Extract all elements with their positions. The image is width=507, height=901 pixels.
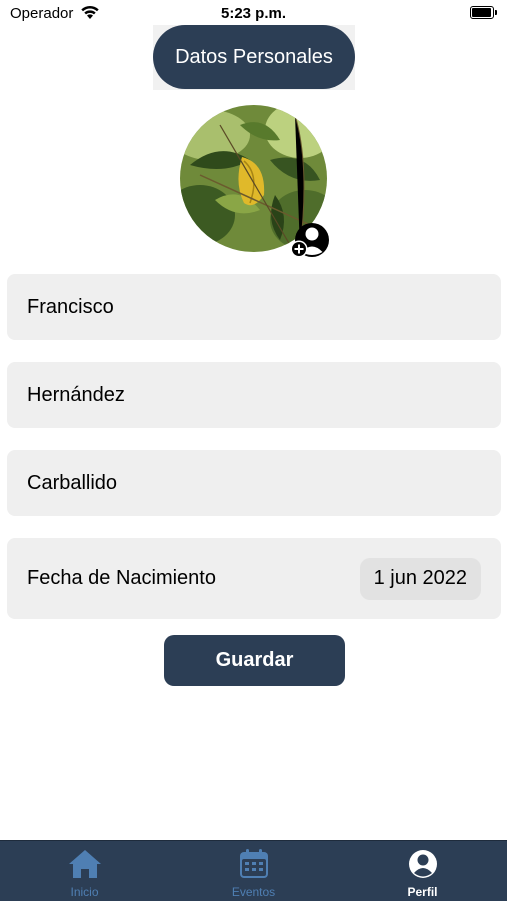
tab-inicio[interactable]: Inicio [0, 841, 169, 901]
tab-eventos[interactable]: Eventos [169, 841, 338, 901]
status-bar: Operador 5:23 p.m. [0, 0, 507, 28]
battery-icon [470, 6, 497, 19]
tab-inicio-label: Inicio [70, 885, 99, 899]
tab-perfil[interactable]: Perfil [338, 841, 507, 901]
tab-perfil-label: Perfil [407, 885, 438, 899]
second-last-name-field[interactable]: Carballido [7, 450, 501, 516]
first-name-field[interactable]: Francisco [7, 274, 501, 340]
profile-icon [338, 848, 507, 880]
add-person-icon[interactable] [290, 220, 330, 260]
birthdate-row: Fecha de Nacimiento 1 jun 2022 [7, 538, 501, 619]
save-button[interactable]: Guardar [164, 635, 345, 686]
page-title: Datos Personales [153, 25, 355, 89]
clock: 5:23 p.m. [220, 5, 287, 22]
birthdate-picker[interactable]: 1 jun 2022 [359, 557, 481, 600]
tab-eventos-label: Eventos [231, 885, 276, 899]
second-last-name-value: Carballido [27, 471, 118, 494]
home-icon [0, 848, 169, 880]
last-name-value: Hernández [27, 383, 125, 406]
last-name-field[interactable]: Hernández [7, 362, 501, 428]
birthdate-label: Fecha de Nacimiento [27, 567, 216, 589]
tab-bar: Inicio Eventos Perfil [0, 840, 507, 901]
calendar-icon [169, 848, 338, 880]
first-name-value: Francisco [27, 295, 114, 318]
